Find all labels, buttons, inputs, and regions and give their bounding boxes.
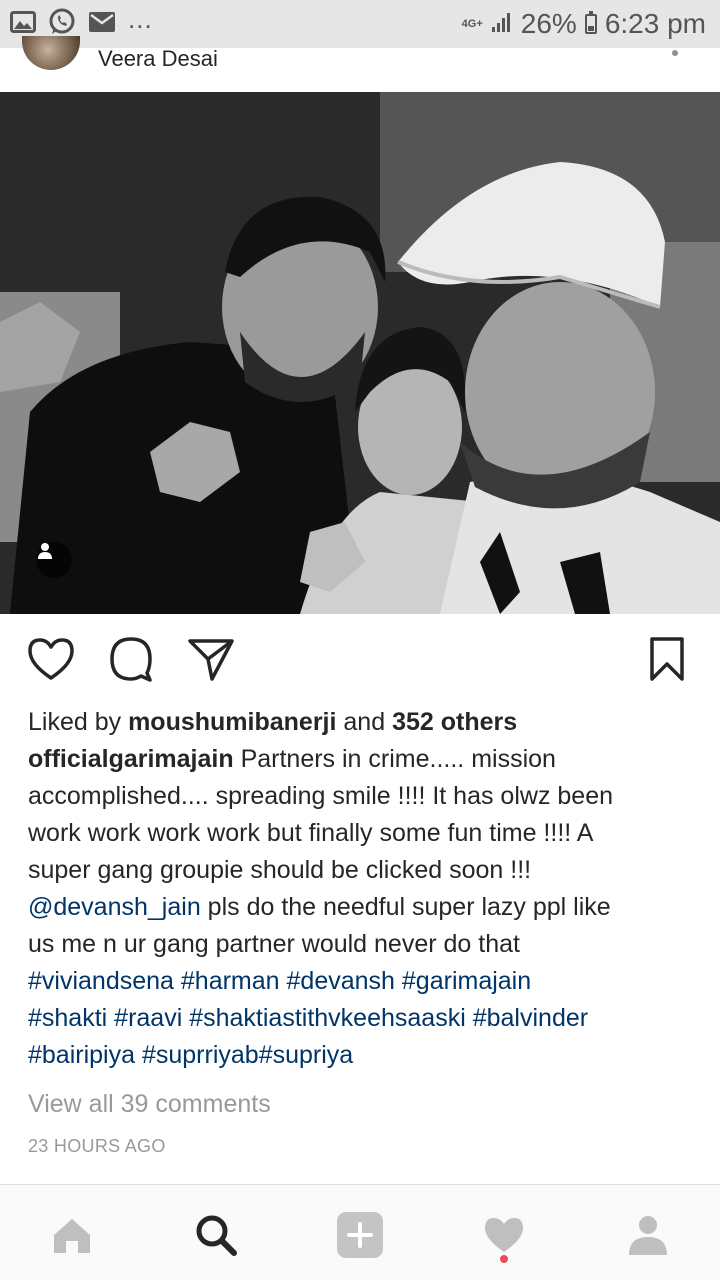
post-header: Veera Desai (0, 36, 720, 92)
post-actions (0, 632, 720, 688)
more-options-icon[interactable] (672, 50, 678, 56)
post-text: Liked by moushumibanerji and 352 others … (28, 704, 700, 1074)
notification-dot (500, 1255, 508, 1263)
post-timestamp: 23 HOURS AGO (28, 1136, 166, 1156)
liker-username[interactable]: moushumibanerji (128, 708, 336, 736)
view-all-comments-link[interactable]: View all 39 comments (28, 1090, 271, 1119)
hashtag-link[interactable]: #devansh (287, 967, 395, 995)
caption-line: pls do the needful super lazy ppl like (200, 893, 611, 921)
hashtag-link[interactable]: #bairipiya (28, 1041, 135, 1069)
caption-line: us me n ur gang partner would never do t… (28, 930, 520, 958)
comment-icon[interactable] (104, 632, 158, 686)
likes-prefix: Liked by (28, 708, 122, 736)
caption: officialgarimajain Partners in crime....… (28, 741, 700, 1074)
photo-scene (0, 92, 720, 614)
search-icon[interactable] (188, 1207, 244, 1263)
hashtag-link[interactable]: #garimajain (402, 967, 531, 995)
caption-line: Partners in crime..... mission (240, 745, 556, 773)
battery-icon (584, 11, 597, 34)
likes-summary: Liked by moushumibanerji and 352 others (28, 704, 700, 741)
network-type: 4G+ (461, 17, 483, 30)
hashtag-link[interactable]: #shakti (28, 1004, 107, 1032)
bookmark-icon[interactable] (640, 632, 694, 686)
profile-icon[interactable] (620, 1207, 676, 1263)
battery-percent: 26% (520, 8, 577, 39)
tagged-people-icon[interactable] (36, 542, 72, 578)
hashtag-link[interactable]: #harman (181, 967, 280, 995)
caption-line: super gang groupie should be clicked soo… (28, 856, 532, 884)
signal-icon (491, 8, 513, 40)
image-icon (10, 10, 36, 38)
likes-others-link[interactable]: 352 others (392, 708, 517, 736)
caption-username[interactable]: officialgarimajain (28, 745, 234, 773)
status-bar: ... 4G+ 26% 6:23 pm (0, 0, 720, 48)
hashtag-link[interactable]: #shaktiastithvkeehsaaski (189, 1004, 466, 1032)
bottom-nav (0, 1184, 720, 1280)
hashtag-link[interactable]: #suprriyab#supriya (142, 1041, 353, 1069)
home-icon[interactable] (44, 1207, 100, 1263)
caption-line: work work work work but finally some fun… (28, 819, 594, 847)
post-photo[interactable] (0, 92, 720, 614)
hashtag-link[interactable]: #viviandsena (28, 967, 174, 995)
mention-link[interactable]: @devansh_jain (28, 893, 201, 921)
share-icon[interactable] (184, 632, 238, 686)
author-name[interactable]: Veera Desai (98, 46, 218, 72)
likes-joiner: and (343, 708, 386, 736)
hashtag-link[interactable]: #balvinder (473, 1004, 588, 1032)
mail-icon (88, 11, 116, 38)
add-post-icon[interactable] (332, 1207, 388, 1263)
more-notifications-icon: ... (128, 3, 153, 34)
like-icon[interactable] (24, 632, 78, 686)
clock: 6:23 pm (604, 8, 706, 39)
author-avatar[interactable] (22, 36, 80, 70)
caption-line: accomplished.... spreading smile !!!! It… (28, 782, 614, 810)
hashtag-link[interactable]: #raavi (114, 1004, 182, 1032)
